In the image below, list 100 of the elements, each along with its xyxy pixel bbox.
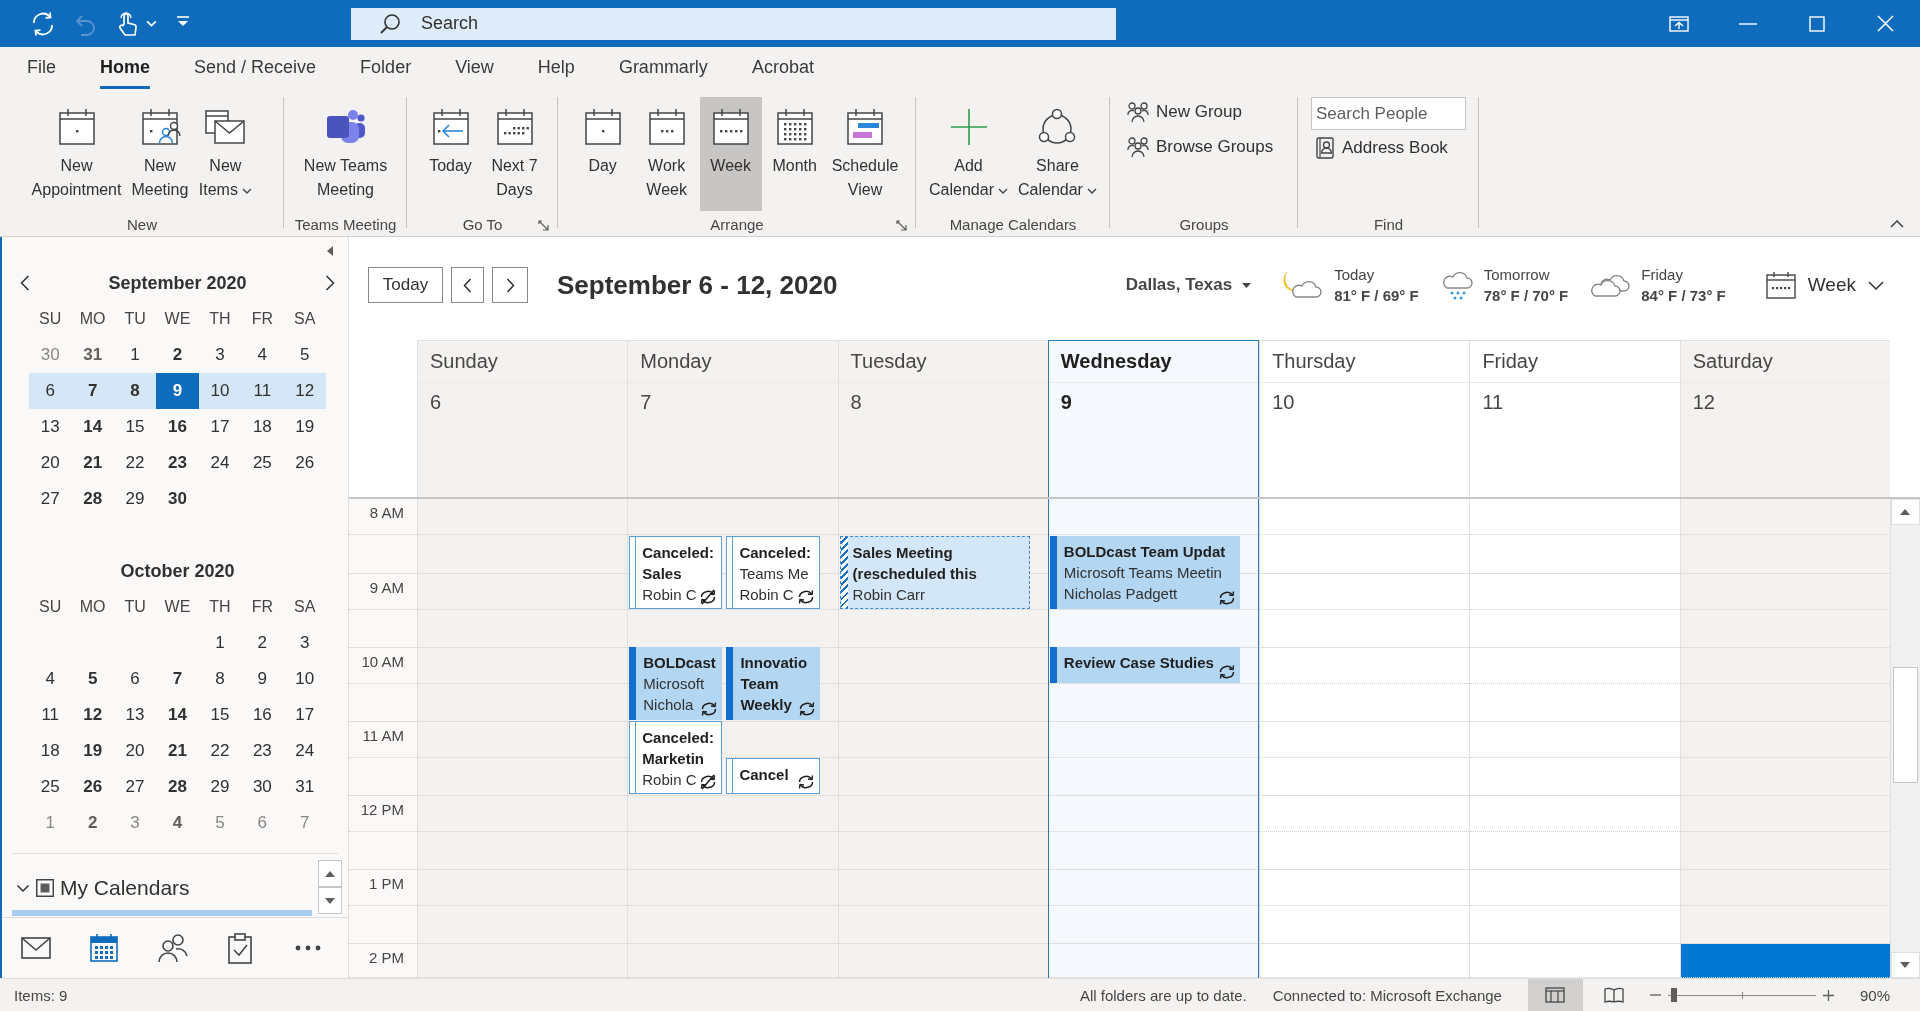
ribbon-button[interactable]: Week xyxy=(699,97,762,211)
calendar-day[interactable]: 14 xyxy=(71,409,114,445)
calendar-day[interactable]: 16 xyxy=(156,409,199,445)
calendar-day[interactable]: 12 xyxy=(71,697,114,733)
normal-view-button[interactable] xyxy=(1527,979,1583,1011)
calendar-day[interactable]: 27 xyxy=(113,769,157,805)
calendar-event[interactable]: Innovatio Team Weekly xyxy=(726,647,820,720)
calendar-event[interactable]: Review Case Studies xyxy=(1049,647,1241,683)
chevron-right-icon[interactable] xyxy=(325,275,335,291)
day-header[interactable]: Sunday 6 xyxy=(417,340,628,497)
calendar-day[interactable]: 22 xyxy=(113,445,157,481)
zoom-percentage[interactable]: 90% xyxy=(1859,986,1890,1004)
ribbon-button[interactable]: Today xyxy=(419,97,482,211)
minimize-icon[interactable] xyxy=(1738,22,1757,25)
scrollbar-thumb[interactable] xyxy=(1892,667,1918,783)
scroll-down-button[interactable] xyxy=(1890,952,1920,978)
ribbon-tab[interactable]: Send / Receive xyxy=(194,49,317,89)
calendar-day[interactable]: 9 xyxy=(156,373,199,409)
calendar-day[interactable]: 8 xyxy=(113,373,157,409)
plus-icon[interactable] xyxy=(1822,989,1834,1001)
ribbon-tab[interactable]: File xyxy=(27,49,56,89)
calendar-day[interactable]: 13 xyxy=(113,697,157,733)
ribbon-button[interactable]: Share Calendar xyxy=(1014,97,1101,211)
calendar-icon[interactable] xyxy=(87,931,121,965)
search-people-field[interactable]: Search People xyxy=(1311,97,1466,130)
calendar-day[interactable]: 1 xyxy=(198,625,242,661)
calendar-event[interactable]: Sales Meeting (rescheduled this Robin Carr xyxy=(839,536,1030,609)
calendar-day[interactable]: 26 xyxy=(71,769,114,805)
view-dropdown[interactable]: Week xyxy=(1765,271,1884,299)
calendar-day[interactable]: 7 xyxy=(156,661,199,697)
calendar-day[interactable]: 22 xyxy=(198,733,242,769)
chevron-up-icon[interactable] xyxy=(1890,220,1904,228)
calendar-day[interactable]: 21 xyxy=(156,733,199,769)
calendar-day[interactable]: 25 xyxy=(29,769,72,805)
calendar-day[interactable]: 8 xyxy=(198,661,242,697)
calendar-day[interactable]: 29 xyxy=(198,769,242,805)
calendar-day[interactable]: 3 xyxy=(198,337,242,373)
day-header[interactable]: Wednesday 9 xyxy=(1047,340,1260,497)
ribbon-tab[interactable]: Acrobat xyxy=(751,49,814,89)
calendar-day[interactable]: 3 xyxy=(283,625,326,661)
calendar-day[interactable]: 1 xyxy=(113,337,157,373)
zoom-slider-thumb[interactable] xyxy=(1670,988,1677,1002)
calendar-day[interactable]: 11 xyxy=(241,373,284,409)
calendar-day[interactable]: 10 xyxy=(198,373,242,409)
calendar-day[interactable]: 4 xyxy=(29,661,72,697)
today-button[interactable]: Today xyxy=(368,267,443,303)
calendar-day[interactable]: 2 xyxy=(156,337,199,373)
calendar-day[interactable]: 2 xyxy=(241,625,284,661)
calendar-day[interactable]: 25 xyxy=(241,445,284,481)
day-header[interactable]: Friday 11 xyxy=(1469,340,1680,497)
calendar-day[interactable]: 11 xyxy=(29,697,72,733)
maximize-icon[interactable] xyxy=(1808,15,1825,32)
calendar-event[interactable]: Canceled: Sales Robin C xyxy=(629,536,723,609)
ribbon-options-icon[interactable] xyxy=(1668,15,1689,32)
previous-button[interactable] xyxy=(451,267,484,303)
ribbon-tab[interactable]: View xyxy=(455,49,494,89)
calendar-day[interactable]: 2 xyxy=(71,805,114,841)
calendar-day[interactable]: 24 xyxy=(283,733,326,769)
calendar-day[interactable]: 19 xyxy=(283,409,326,445)
scroll-up-button[interactable] xyxy=(1890,499,1920,525)
calendar-day[interactable]: 15 xyxy=(113,409,157,445)
collapse-triangle-icon[interactable] xyxy=(326,245,334,257)
ribbon-button[interactable]: Next 7 Days xyxy=(483,97,546,211)
calendar-day[interactable]: 9 xyxy=(241,661,284,697)
ribbon-button[interactable]: Browse Groups xyxy=(1123,132,1278,162)
day-header[interactable]: Saturday 12 xyxy=(1679,340,1890,497)
calendar-day[interactable]: 4 xyxy=(241,337,284,373)
ribbon-button[interactable]: New Meeting xyxy=(127,97,193,211)
calendar-day[interactable]: 21 xyxy=(71,445,114,481)
ribbon-button[interactable]: New Appointment xyxy=(27,97,126,211)
caret-down-icon[interactable] xyxy=(146,20,157,27)
calendar-day[interactable]: 5 xyxy=(283,337,326,373)
calendar-day[interactable]: 23 xyxy=(156,445,199,481)
refresh-icon[interactable] xyxy=(30,10,56,37)
calendar-day[interactable]: 18 xyxy=(29,733,72,769)
ribbon-button[interactable]: Work Week xyxy=(635,97,698,211)
ribbon-tab[interactable]: Grammarly xyxy=(618,49,708,89)
calendar-day[interactable]: 30 xyxy=(156,481,199,517)
calendar-day[interactable]: 18 xyxy=(241,409,284,445)
calendar-day[interactable]: 20 xyxy=(113,733,157,769)
calendar-day[interactable]: 28 xyxy=(71,481,114,517)
calendar-event[interactable]: BOLDcast Microsoft Nichola xyxy=(629,647,723,720)
calendar-day[interactable]: 15 xyxy=(198,697,242,733)
calendar-day[interactable]: 6 xyxy=(113,661,157,697)
calendar-event[interactable]: BOLDcast Team Updat Microsoft Teams Meetin Nicholas Padgett xyxy=(1049,536,1241,609)
calendar-day[interactable]: 6 xyxy=(29,373,72,409)
minus-icon[interactable] xyxy=(1649,994,1661,996)
scroll-down-button[interactable] xyxy=(318,887,342,914)
dialog-launcher-icon[interactable] xyxy=(896,220,907,231)
people-icon[interactable] xyxy=(155,931,189,965)
dialog-launcher-icon[interactable] xyxy=(538,220,549,231)
zoom-slider[interactable] xyxy=(1667,988,1816,1002)
calendar-day[interactable]: 13 xyxy=(29,409,72,445)
calendar-day[interactable]: 30 xyxy=(241,769,284,805)
search-field[interactable]: Search xyxy=(351,7,1116,40)
calendar-day[interactable]: 19 xyxy=(71,733,114,769)
calendar-day[interactable]: 28 xyxy=(156,769,199,805)
scroll-up-button[interactable] xyxy=(318,860,342,887)
calendar-day[interactable]: 4 xyxy=(156,805,199,841)
calendar-day[interactable]: 17 xyxy=(283,697,326,733)
